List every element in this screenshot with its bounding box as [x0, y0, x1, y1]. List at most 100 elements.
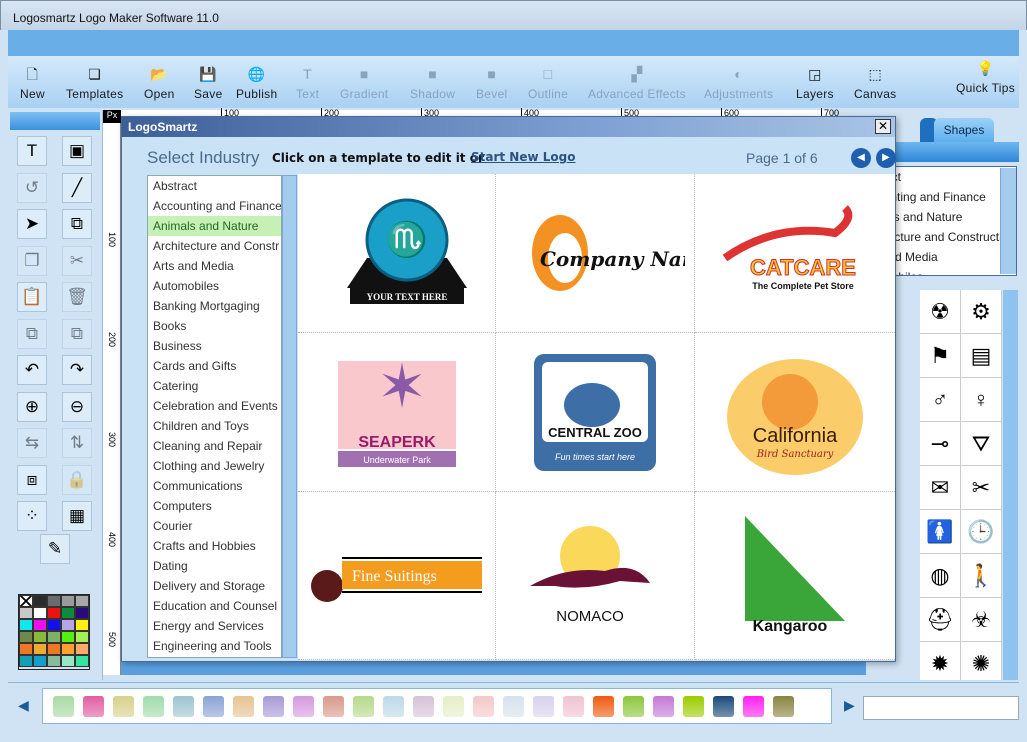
gradient-swatch[interactable]: [653, 695, 674, 717]
gradient-swatch[interactable]: [323, 695, 344, 717]
industry-item[interactable]: Children and Toys: [148, 416, 281, 436]
shape-item[interactable]: ✺: [961, 642, 1002, 680]
start-new-logo-link[interactable]: Start New Logo: [471, 150, 575, 164]
palette-swatch[interactable]: [75, 631, 89, 643]
zoom-in-tool-button[interactable]: ⊕: [17, 391, 47, 422]
shape-item[interactable]: ☢: [920, 290, 961, 334]
shape-category-item[interactable]: Accounting and Finance: [881, 187, 1016, 207]
text-tool-button[interactable]: T: [17, 136, 47, 166]
gradient-swatch[interactable]: [263, 695, 284, 717]
palette-swatch[interactable]: [19, 595, 33, 607]
shape-item[interactable]: ◍: [920, 554, 961, 598]
swatch-prev-arrow[interactable]: ◀: [18, 697, 29, 714]
palette-swatch[interactable]: [33, 643, 47, 655]
shape-item[interactable]: ♂: [920, 378, 961, 422]
toolbar-shadow-button[interactable]: ■ Shadow: [410, 62, 455, 101]
shape-item[interactable]: ♀: [961, 378, 1002, 422]
lock-tool-button[interactable]: 🔒: [62, 464, 92, 495]
palette-swatch[interactable]: [47, 595, 61, 607]
palette-swatch[interactable]: [33, 619, 47, 631]
palette-swatch[interactable]: [75, 607, 89, 619]
toolbar-gradient-button[interactable]: ■ Gradient: [340, 62, 388, 101]
palette-swatch[interactable]: [61, 631, 75, 643]
toolbar-open-button[interactable]: 📂 Open: [144, 62, 175, 101]
industry-item[interactable]: Crafts and Hobbies: [148, 536, 281, 556]
align-tool-button[interactable]: ⁘: [17, 501, 47, 531]
prev-page-button[interactable]: ◀: [851, 148, 871, 168]
shape-item[interactable]: ⛛: [961, 422, 1002, 466]
industry-item[interactable]: Banking Mortgaging: [148, 296, 281, 316]
toolbar-templates-button[interactable]: ❏ Templates: [66, 62, 123, 101]
palette-swatch[interactable]: [19, 643, 33, 655]
paste-tool-button[interactable]: 📋: [17, 282, 47, 312]
industry-item[interactable]: Cards and Gifts: [148, 356, 281, 376]
shape-category-item[interactable]: Automobiles: [881, 267, 1016, 275]
palette-swatch[interactable]: [61, 619, 75, 631]
template-california[interactable]: California Bird Sanctuary: [695, 333, 895, 492]
shape-item[interactable]: ⊸: [920, 422, 961, 466]
industry-item[interactable]: Abstract: [148, 176, 281, 196]
toolbar-advanced-effects-button[interactable]: ▞ Advanced Effects: [588, 62, 686, 101]
gradient-swatch[interactable]: [563, 695, 584, 717]
shape-item[interactable]: ☣: [961, 598, 1002, 642]
flip-vertical-tool-button[interactable]: ⇅: [62, 428, 92, 458]
gradient-swatch[interactable]: [593, 695, 614, 717]
palette-swatch[interactable]: [33, 595, 47, 607]
industry-item[interactable]: Celebration and Events: [148, 396, 281, 416]
gradient-swatch[interactable]: [203, 695, 224, 717]
swatch-next-arrow[interactable]: ▶: [844, 697, 855, 714]
rotate-tool-button[interactable]: ↺: [17, 172, 47, 203]
palette-swatch[interactable]: [75, 643, 89, 655]
gradient-swatch[interactable]: [143, 695, 164, 717]
toolbar-bevel-button[interactable]: ■ Bevel: [476, 62, 508, 101]
shape-item[interactable]: ✉: [920, 466, 961, 510]
import-tool-button[interactable]: ⧉: [62, 209, 92, 239]
industry-item[interactable]: Communications: [148, 476, 281, 496]
toolbar-adjustments-button[interactable]: ◐ Adjustments: [704, 62, 773, 101]
cut-tool-button[interactable]: ✂: [62, 245, 92, 276]
shape-item[interactable]: ⚑: [920, 334, 961, 378]
template-catcare[interactable]: CATCARE The Complete Pet Store: [695, 174, 895, 333]
palette-swatch[interactable]: [61, 595, 75, 607]
industry-item[interactable]: Books: [148, 316, 281, 336]
palette-swatch[interactable]: [19, 631, 33, 643]
delete-tool-button[interactable]: 🗑: [62, 282, 92, 312]
shape-category-item[interactable]: Abstract: [881, 167, 1016, 187]
industry-item[interactable]: Dating: [148, 556, 281, 576]
industry-item[interactable]: Energy and Services: [148, 616, 281, 636]
template-scorpion[interactable]: ♏ YOUR TEXT HERE: [298, 174, 496, 333]
toolbar-save-button[interactable]: 💾 Save: [194, 62, 223, 101]
industry-item[interactable]: Arts and Media: [148, 256, 281, 276]
palette-swatch[interactable]: [47, 643, 61, 655]
industry-list[interactable]: Abstract Accounting and Finance Animals an…: [147, 175, 282, 658]
shape-category-list[interactable]: AbstractAccounting and FinanceAnimals an…: [880, 166, 1017, 276]
toolbar-quick-tips-button[interactable]: 💡 Quick Tips: [956, 56, 1015, 95]
bring-forward-tool-button[interactable]: ⧉: [17, 318, 47, 349]
palette-swatch[interactable]: [19, 655, 33, 667]
toolbar-canvas-button[interactable]: ⬚ Canvas: [854, 62, 897, 101]
industry-item[interactable]: Cleaning and Repair: [148, 436, 281, 456]
toolbar-text-button[interactable]: T Text: [296, 62, 319, 101]
shape-category-item[interactable]: Architecture and Construction: [881, 227, 1016, 247]
industry-item[interactable]: Automobiles: [148, 276, 281, 296]
industry-scrollbar[interactable]: [282, 175, 297, 658]
redo-tool-button[interactable]: ↷: [62, 355, 92, 385]
gradient-swatch[interactable]: [413, 695, 434, 717]
tab-shapes[interactable]: Shapes: [934, 118, 994, 142]
industry-item[interactable]: Delivery and Storage: [148, 576, 281, 596]
palette-swatch[interactable]: [33, 631, 47, 643]
industry-item[interactable]: Business: [148, 336, 281, 356]
shape-category-item[interactable]: Arts and Media: [881, 247, 1016, 267]
zoom-out-tool-button[interactable]: ⊖: [62, 391, 92, 422]
shape-item[interactable]: ✂: [961, 466, 1002, 510]
palette-swatch[interactable]: [47, 607, 61, 619]
gradient-swatch[interactable]: [743, 695, 764, 717]
flip-horizontal-tool-button[interactable]: ⇆: [17, 428, 47, 458]
palette-swatch[interactable]: [47, 631, 61, 643]
next-page-button[interactable]: ▶: [876, 148, 896, 168]
send-backward-tool-button[interactable]: ⧉: [62, 318, 92, 349]
industry-item[interactable]: Engineering and Tools: [148, 636, 281, 656]
gradient-swatch[interactable]: [713, 695, 734, 717]
shape-item[interactable]: ▤: [961, 334, 1002, 378]
shape-item[interactable]: 🕒: [961, 510, 1002, 554]
